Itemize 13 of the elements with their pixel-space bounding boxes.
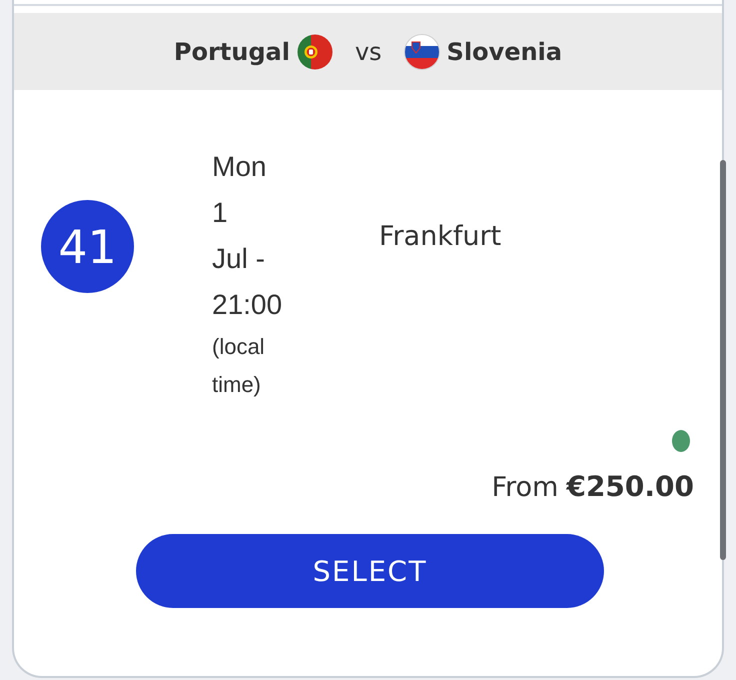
select-button[interactable]: SELECT [136, 534, 604, 608]
price-prefix: From [492, 471, 558, 505]
versus-text: vs [354, 38, 382, 66]
team-name: Portugal [174, 38, 290, 66]
flag-icon [296, 34, 333, 70]
local-time-note: (local time) [212, 333, 266, 399]
team-name: Slovenia [446, 38, 562, 66]
date-time-text: Mon 1 Jul - 21:00 [212, 150, 284, 322]
scrollbar-thumb[interactable] [720, 160, 726, 560]
price-amount: €250.00 [566, 469, 694, 505]
venue-text: Frankfurt [379, 220, 502, 254]
flag-icon [404, 34, 440, 70]
match-number-badge: 41 [41, 200, 134, 293]
